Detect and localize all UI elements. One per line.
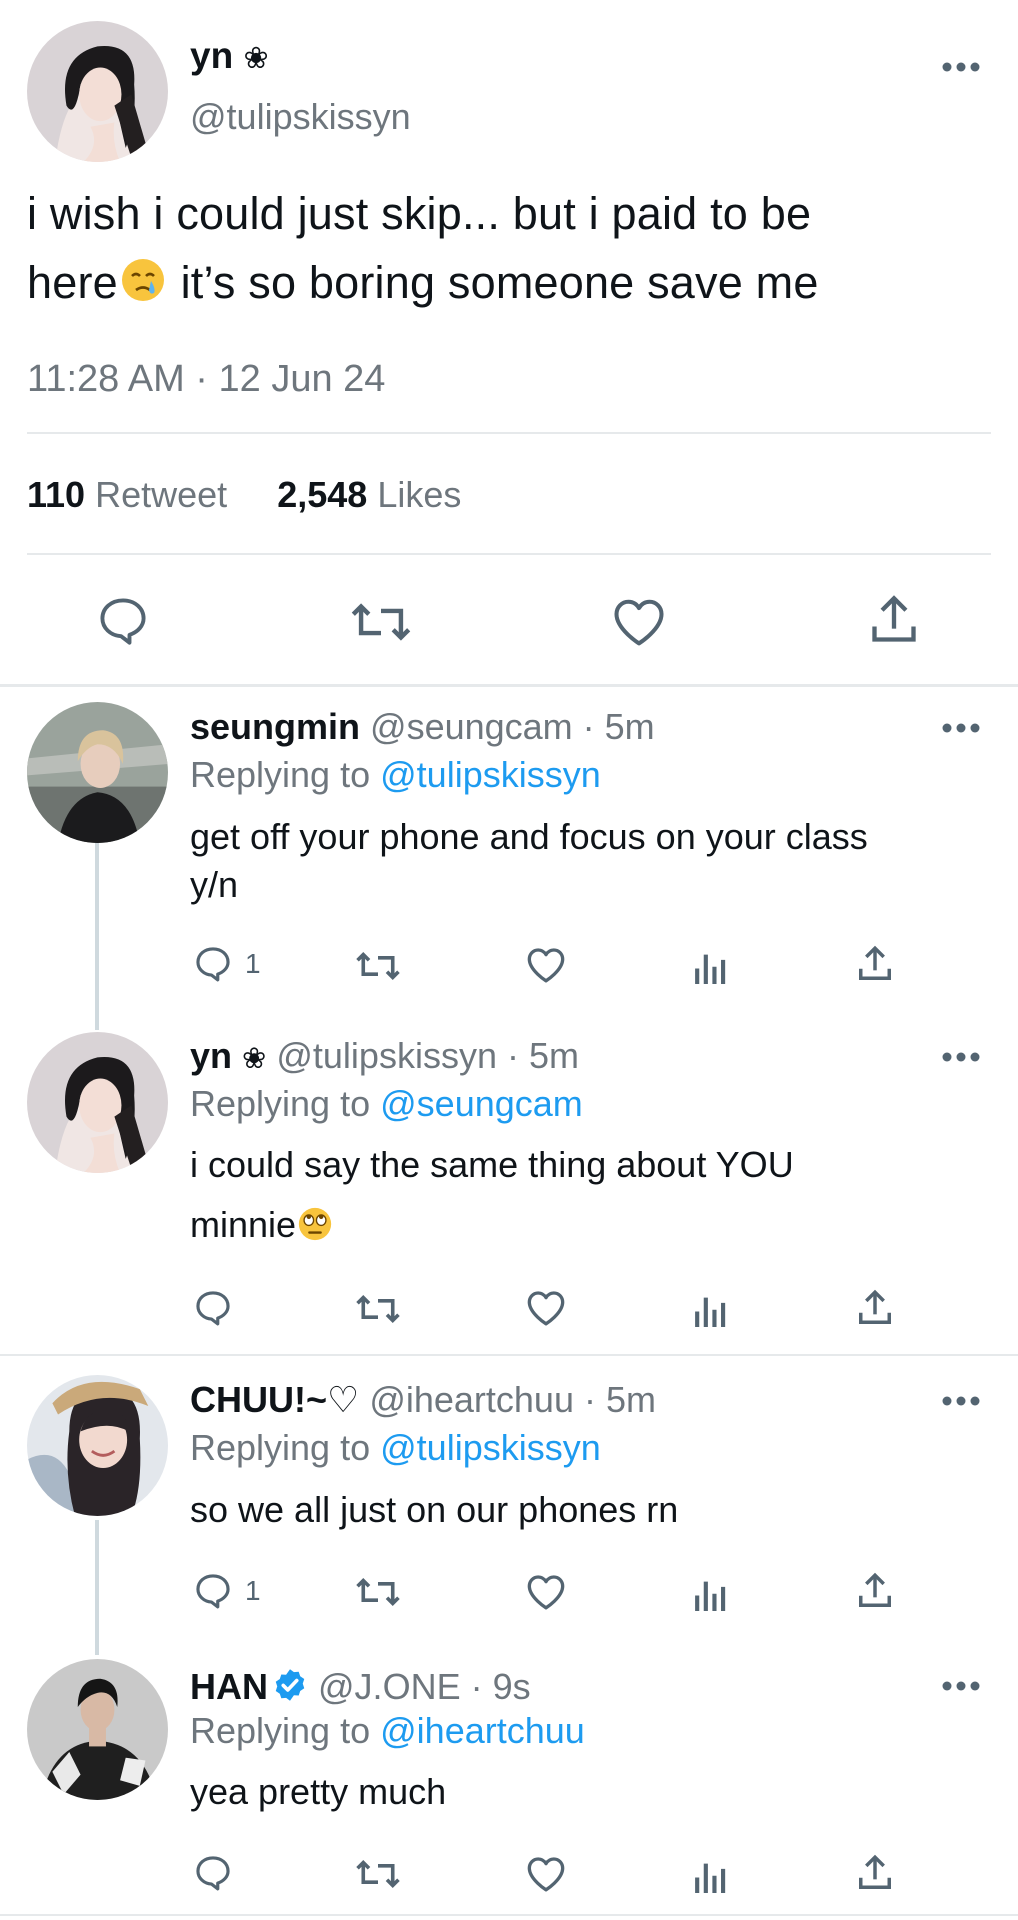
share-icon[interactable]	[857, 945, 893, 983]
divider	[27, 432, 991, 434]
tweet-timestamp[interactable]: 11:28 AM · 12 Jun 24	[27, 357, 385, 401]
tweet-text-line-2: here it’s so boring someone save me	[27, 248, 819, 323]
divider	[0, 1914, 1018, 1916]
reply-display-name[interactable]: HAN	[190, 1666, 268, 1707]
like-icon[interactable]	[526, 1289, 566, 1327]
crying-emoji	[118, 254, 168, 323]
author-avatar[interactable]	[27, 21, 168, 162]
replying-to: Replying to @tulipskissyn	[190, 1425, 601, 1471]
retweet-icon[interactable]	[355, 948, 401, 984]
reply-display-name[interactable]: seungmin	[190, 706, 360, 747]
heart-symbol: ♡	[327, 1380, 360, 1421]
reply-icon[interactable]	[96, 595, 150, 647]
analytics-icon[interactable]	[693, 1855, 729, 1893]
analytics-icon[interactable]	[693, 946, 729, 984]
tweet-text-line-1: i wish i could just skip... but i paid t…	[27, 188, 812, 239]
analytics-icon[interactable]	[693, 1289, 729, 1327]
replying-to-label: Replying to	[190, 1710, 371, 1751]
reply-time[interactable]: · 5m	[573, 706, 655, 747]
reply-display-name[interactable]: CHUU!~	[190, 1379, 327, 1420]
reply-header: yn ❀ @tulipskissyn · 5m	[190, 1033, 579, 1081]
reply-text-line-2: minnie	[190, 1202, 334, 1254]
tweet-text-end: it’s so boring someone save me	[167, 257, 819, 308]
replying-to-label: Replying to	[190, 1427, 371, 1468]
flower-symbol: ❀	[243, 41, 269, 76]
more-icon[interactable]	[941, 1051, 981, 1063]
reply-icon[interactable]	[193, 1572, 233, 1610]
reply-handle[interactable]: @J.ONE	[318, 1666, 461, 1707]
share-icon[interactable]	[857, 1289, 893, 1327]
author-name[interactable]: yn ❀	[190, 34, 269, 81]
eye-roll-emoji	[296, 1205, 334, 1254]
reply-text-line-1: so we all just on our phones rn	[190, 1489, 679, 1530]
reply-icon[interactable]	[193, 1854, 233, 1892]
retweet-count[interactable]: 110	[27, 474, 85, 515]
more-icon[interactable]	[941, 1395, 981, 1407]
reply-avatar[interactable]	[27, 702, 168, 843]
replying-to-link[interactable]: @iheartchuu	[380, 1710, 585, 1751]
thread-line	[95, 1520, 99, 1655]
reply-handle[interactable]: @iheartchuu	[369, 1379, 574, 1420]
reply-icon[interactable]	[193, 1289, 233, 1327]
reply-avatar[interactable]	[27, 1032, 168, 1173]
replying-to-label: Replying to	[190, 754, 371, 795]
reply-display-name[interactable]: yn	[190, 1035, 232, 1076]
display-name[interactable]: yn	[190, 35, 233, 76]
reply-text-content: minnie	[190, 1204, 297, 1245]
likes-label[interactable]: Likes	[377, 474, 461, 515]
replying-to-link[interactable]: @tulipskissyn	[380, 1427, 601, 1468]
like-icon[interactable]	[526, 1573, 566, 1611]
share-icon[interactable]	[869, 594, 919, 646]
reply-text-line-2: y/n	[190, 864, 239, 905]
reply-handle[interactable]: @seungcam	[370, 706, 573, 747]
likes-count[interactable]: 2,548	[277, 474, 367, 515]
replying-to: Replying to @tulipskissyn	[190, 752, 601, 798]
reply-avatar[interactable]	[27, 1659, 168, 1800]
reply-text-line-1: yea pretty much	[190, 1771, 447, 1812]
author-handle[interactable]: @tulipskissyn	[190, 95, 411, 139]
replying-to-link[interactable]: @tulipskissyn	[380, 754, 601, 795]
reply-time[interactable]: · 5m	[497, 1035, 579, 1076]
reply-avatar[interactable]	[27, 1375, 168, 1516]
divider	[0, 684, 1018, 687]
reply-time[interactable]: · 5m	[574, 1379, 656, 1420]
more-icon[interactable]	[941, 61, 981, 73]
reply-count: 1	[245, 1575, 261, 1606]
reply-text-line-1: i could say the same thing about YOU	[190, 1144, 794, 1185]
thread-line	[95, 842, 99, 1030]
retweet-icon[interactable]	[355, 1574, 401, 1610]
tweet-text-start: here	[27, 257, 118, 308]
reply-time[interactable]: · 9s	[461, 1666, 531, 1707]
replying-to-link[interactable]: @seungcam	[380, 1083, 583, 1124]
share-icon[interactable]	[857, 1572, 893, 1610]
verified-badge-icon	[272, 1667, 308, 1714]
replying-to-label: Replying to	[190, 1083, 371, 1124]
like-icon[interactable]	[612, 597, 666, 647]
retweet-icon[interactable]	[355, 1291, 401, 1327]
share-icon[interactable]	[857, 1854, 893, 1892]
tweet-thread-page: yn ❀ @tulipskissyn i wish i could just s…	[0, 0, 1018, 1920]
more-icon[interactable]	[941, 1680, 981, 1692]
divider	[0, 1354, 1018, 1356]
analytics-icon[interactable]	[693, 1573, 729, 1611]
replying-to: Replying to @iheartchuu	[190, 1708, 585, 1754]
reply-handle[interactable]: @tulipskissyn	[276, 1035, 497, 1076]
reply-header: seungmin @seungcam · 5m	[190, 704, 655, 750]
reply-count: 1	[245, 948, 261, 979]
reply-header: CHUU!~♡ @iheartchuu · 5m	[190, 1377, 656, 1424]
replying-to: Replying to @seungcam	[190, 1081, 583, 1127]
more-icon[interactable]	[941, 722, 981, 734]
retweet-label[interactable]: Retweet	[95, 474, 227, 515]
engagement-stats: 110 Retweet 2,548 Likes	[27, 473, 461, 517]
reply-text-line-1: get off your phone and focus on your cla…	[190, 816, 868, 857]
flower-symbol: ❀	[242, 1041, 267, 1075]
divider	[27, 553, 991, 555]
retweet-icon[interactable]	[355, 1856, 401, 1892]
reply-icon[interactable]	[193, 945, 233, 983]
retweet-icon[interactable]	[350, 597, 412, 647]
like-icon[interactable]	[526, 1855, 566, 1893]
reply-header: HAN @J.ONE · 9s	[190, 1664, 531, 1714]
like-icon[interactable]	[526, 946, 566, 984]
